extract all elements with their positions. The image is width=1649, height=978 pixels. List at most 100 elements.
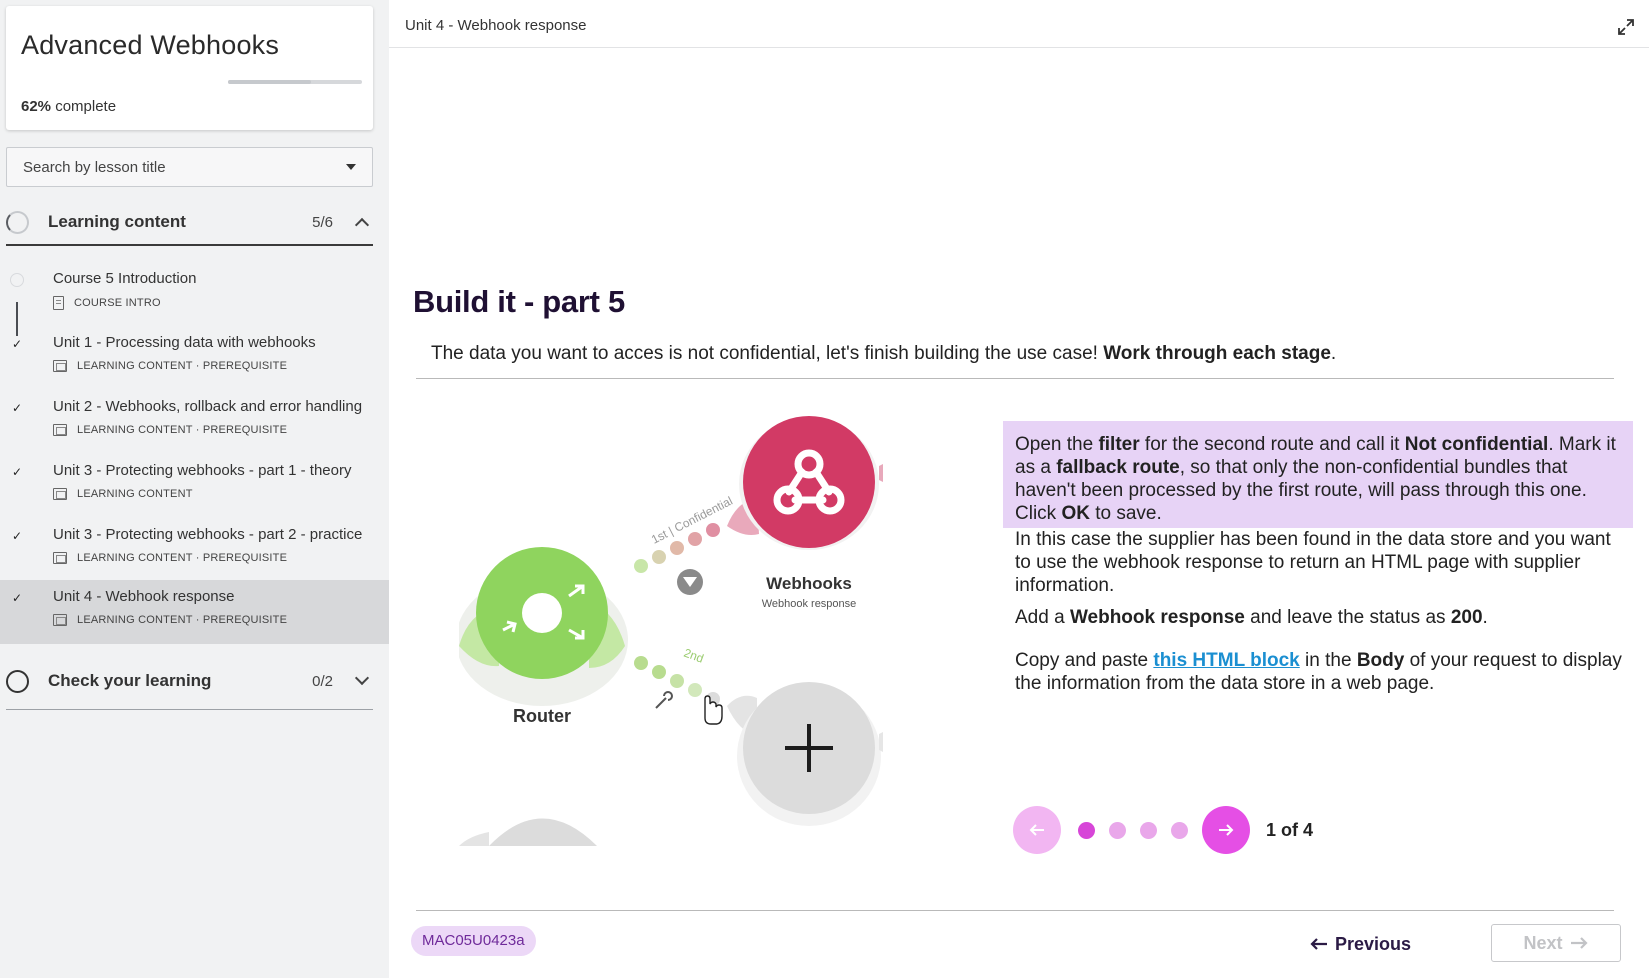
section-divider [6,244,373,246]
slides-icon [53,488,67,500]
lesson-item-unit-3-part-1[interactable]: ✓ Unit 3 - Protecting webhooks - part 1 … [0,454,389,518]
route-2-connector [634,656,757,736]
lesson-meta-text: LEARNING CONTENT [77,488,193,500]
pager-count: 1 of 4 [1266,819,1314,840]
step-paragraph-2: Add a Webhook response and leave the sta… [1015,606,1625,629]
lesson-meta: LEARNING CONTENT · PREREQUISITE [53,424,287,436]
expand-icon[interactable] [1617,18,1635,36]
course-progress-card: Advanced Webhooks 62% complete [6,6,373,130]
arrow-right-icon [1219,824,1234,836]
step-paragraph-1: In this case the supplier has been found… [1015,529,1611,596]
lesson-meta: COURSE INTRO [53,296,161,310]
lesson-title: Unit 2 - Webhooks, rollback and error ha… [53,398,363,415]
chevron-down-icon [354,670,370,686]
footer-divider [416,910,1614,911]
section-count: 5/6 [312,213,333,231]
pager-next-button[interactable] [1202,806,1250,854]
lesson-breadcrumb: Unit 4 - Webhook response [405,17,587,34]
lesson-item-unit-2[interactable]: ✓ Unit 2 - Webhooks, rollback and error … [0,390,389,454]
checkmark-icon: ✓ [11,401,23,415]
lesson-item-unit-3-part-2[interactable]: ✓ Unit 3 - Protecting webhooks - part 2 … [0,518,389,582]
course-sidebar: Advanced Webhooks 62% complete Search by… [0,0,389,978]
lesson-search-placeholder: Search by lesson title [23,158,166,176]
lesson-title: Unit 3 - Protecting webhooks - part 1 - … [53,462,352,479]
add-module-placeholder [737,682,883,826]
lesson-meta-text: LEARNING CONTENT · PREREQUISITE [77,360,288,372]
pager-dot[interactable] [1109,821,1126,839]
pager-dot[interactable] [1078,821,1095,839]
section-title: Check your learning [48,671,212,690]
step-text: in the [1299,650,1357,671]
lesson-code-badge: MAC05U0423a [411,926,536,956]
lesson-item-unit-4[interactable]: ✓ Unit 4 - Webhook response LEARNING CON… [0,580,389,644]
checkmark-icon: ✓ [11,591,23,605]
slides-icon [53,360,67,372]
previous-lesson-button[interactable]: Previous [1309,926,1411,962]
router-module: Router [459,547,628,726]
lesson-content-area: Unit 4 - Webhook response Build it - par… [389,6,1649,978]
section-progress-icon [6,210,29,234]
route-2-label: 2nd [682,646,706,666]
slides-icon [53,552,67,564]
step-text: Copy and paste [1015,650,1154,671]
lesson-heading: Build it - part 5 [413,284,625,319]
intro-end: . [1330,343,1337,364]
course-progress-fill [228,80,312,84]
lesson-meta: LEARNING CONTENT · PREREQUISITE [53,614,287,626]
lesson-search-dropdown[interactable]: Search by lesson title [6,147,373,187]
router-label: Router [513,706,571,726]
pager-dot[interactable] [1171,821,1188,839]
content-divider [416,378,1614,379]
step-text: to save. [1089,503,1162,524]
current-step-highlight: Open the filter for the second route and… [1003,421,1633,528]
lesson-meta-text: LEARNING CONTENT · PREREQUISITE [77,552,288,564]
course-title: Advanced Webhooks [21,30,280,60]
intro-emphasis: Work through each stage [1103,343,1331,364]
pager-dot[interactable] [1140,821,1157,839]
webhooks-label: Webhooks [766,574,852,593]
scenario-diagram: 1st | Confidential 2nd Router Webhooks W… [459,416,883,846]
lesson-item-course-intro[interactable]: Course 5 Introduction COURSE INTRO [0,262,389,326]
section-learning-content[interactable]: Learning content 5/6 [6,200,373,244]
step-text: Add a [1015,607,1070,628]
step-text: Open the [1015,434,1099,455]
step-emphasis: filter [1098,434,1140,455]
checkmark-icon: ✓ [11,465,23,479]
webhooks-module: Webhooks Webhook response [739,416,883,610]
step-pager: 1 of 4 [1013,806,1313,854]
lesson-item-unit-1[interactable]: ✓ Unit 1 - Processing data with webhooks… [0,326,389,390]
section-title: Learning content [48,212,186,231]
arrow-left-icon [1029,824,1044,836]
checkmark-icon: ✓ [11,529,23,543]
checkmark-icon: ✓ [11,337,23,351]
step-text: for the second route and call it [1139,434,1405,455]
next-lesson-button[interactable]: Next [1491,924,1621,962]
lesson-topbar: Unit 4 - Webhook response [389,6,1649,48]
pager-prev-button[interactable] [1013,806,1061,854]
arrow-right-icon [1570,937,1588,949]
lesson-title: Unit 4 - Webhook response [53,588,235,605]
next-label: Next [1523,932,1563,953]
lesson-title: Unit 1 - Processing data with webhooks [53,334,316,351]
course-progress-bar [228,80,362,84]
lesson-meta: LEARNING CONTENT · PREREQUISITE [53,360,287,372]
step-text: and leave the status as [1244,607,1451,628]
slides-icon [53,614,67,626]
wrench-icon [655,691,673,709]
arrow-left-icon [1310,938,1327,950]
chevron-down-icon [346,164,356,170]
lesson-title: Unit 3 - Protecting webhooks - part 2 - … [53,526,363,543]
chevron-up-icon [354,217,370,233]
step-emphasis: fallback route [1056,457,1180,478]
progress-suffix: complete [51,98,117,115]
previous-label: Previous [1335,933,1412,954]
lesson-meta: LEARNING CONTENT · PREREQUISITE [53,552,287,564]
webhooks-sublabel: Webhook response [762,598,857,610]
step-emphasis: Not confidential [1404,434,1549,455]
progress-percent: 62% [21,98,52,115]
course-progress-text: 62% complete [21,98,116,115]
html-block-link[interactable]: this HTML block [1153,650,1299,671]
section-progress-icon [6,669,29,693]
section-check-your-learning[interactable]: Check your learning 0/2 [6,659,373,703]
section-count: 0/2 [312,672,333,690]
